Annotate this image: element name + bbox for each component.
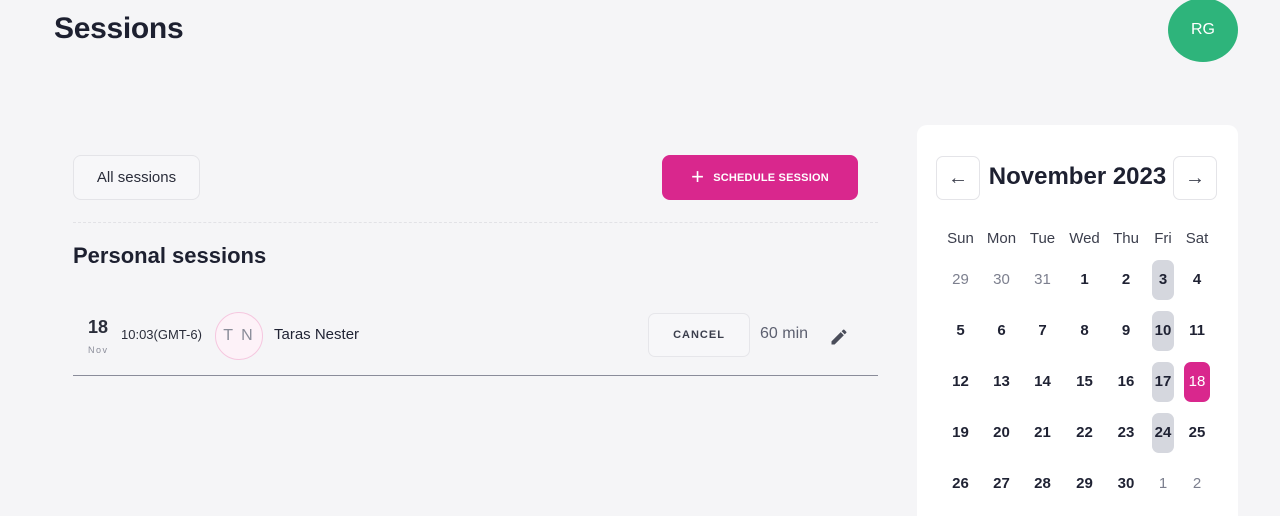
calendar-day[interactable]: 1 xyxy=(1063,254,1106,305)
calendar-day-label: 28 xyxy=(1034,475,1051,492)
calendar-day-label: 30 xyxy=(1117,475,1135,492)
session-date-day: 18 xyxy=(88,317,109,337)
calendar-day-label: 5 xyxy=(956,322,965,339)
calendar-day-label: 26 xyxy=(952,475,969,492)
calendar-day-label: 25 xyxy=(1188,424,1206,441)
calendar-day[interactable]: 26 xyxy=(940,458,981,509)
calendar-day[interactable]: 29 xyxy=(1063,458,1106,509)
calendar-day[interactable]: 28 xyxy=(1022,458,1063,509)
calendar-day-label: 31 xyxy=(1034,271,1051,288)
weekday-label: Sun xyxy=(947,230,974,247)
calendar-day-label: 15 xyxy=(1076,373,1093,390)
edit-icon[interactable] xyxy=(829,327,849,347)
user-avatar[interactable]: RG xyxy=(1168,0,1238,62)
all-sessions-filter[interactable]: All sessions xyxy=(73,155,200,200)
calendar-day[interactable]: 17 xyxy=(1146,356,1180,407)
calendar-day-label: 1 xyxy=(1158,475,1168,492)
calendar-day[interactable]: 14 xyxy=(1022,356,1063,407)
attendee-avatar: T N xyxy=(215,312,263,360)
calendar-day-label: 1 xyxy=(1080,271,1089,288)
calendar-day[interactable]: 22 xyxy=(1063,407,1106,458)
calendar-day-label: 3 xyxy=(1152,259,1174,300)
calendar-day-label: 13 xyxy=(993,373,1010,390)
calendar-grid: Sun Mon Tue Wed Thu Fri Sat 29 30 31 1 2 3 4 5 6 7 8 9 10 11… xyxy=(940,230,1214,509)
schedule-session-button[interactable]: + SCHEDULE SESSION xyxy=(662,155,858,200)
calendar-day[interactable]: 13 xyxy=(981,356,1022,407)
weekday-label: Wed xyxy=(1069,230,1100,247)
calendar-day[interactable]: 6 xyxy=(981,305,1022,356)
sessions-page: Sessions RG All sessions + SCHEDULE SESS… xyxy=(0,0,1280,516)
calendar-day-label: 27 xyxy=(993,475,1010,492)
calendar-day[interactable]: 10 xyxy=(1146,305,1180,356)
page-title: Sessions xyxy=(54,12,184,45)
calendar-day[interactable]: 9 xyxy=(1106,305,1146,356)
calendar-day-label: 12 xyxy=(952,373,969,390)
calendar-day-label: 24 xyxy=(1152,412,1174,453)
calendar-day-label: 17 xyxy=(1152,361,1174,402)
section-heading: Personal sessions xyxy=(73,243,267,268)
calendar-day-label: 2 xyxy=(1192,475,1202,492)
calendar-day-label: 4 xyxy=(1192,271,1202,288)
calendar-day-label: 29 xyxy=(952,271,969,288)
calendar-day[interactable]: 7 xyxy=(1022,305,1063,356)
calendar-day-label: 21 xyxy=(1034,424,1051,441)
calendar-day[interactable]: 8 xyxy=(1063,305,1106,356)
next-month-button[interactable]: → xyxy=(1173,156,1217,200)
calendar-day-label: 2 xyxy=(1121,271,1131,288)
cancel-button[interactable]: CANCEL xyxy=(648,313,750,357)
calendar-day-label: 29 xyxy=(1076,475,1093,492)
weekday-label: Sat xyxy=(1185,230,1209,247)
calendar-day[interactable]: 24 xyxy=(1146,407,1180,458)
calendar-day[interactable]: 4 xyxy=(1180,254,1214,305)
calendar-day-label: 22 xyxy=(1076,424,1093,441)
calendar-day[interactable]: 19 xyxy=(940,407,981,458)
calendar-day-label: 7 xyxy=(1038,322,1047,339)
calendar-day[interactable]: 29 xyxy=(940,254,981,305)
calendar-day-selected[interactable]: 18 xyxy=(1180,356,1214,407)
calendar-day-label: 11 xyxy=(1189,322,1205,339)
calendar-day-label: 20 xyxy=(993,424,1010,441)
calendar-day[interactable]: 1 xyxy=(1146,458,1180,509)
weekday-label: Tue xyxy=(1029,230,1056,247)
calendar-day-label: 18 xyxy=(1184,361,1210,402)
calendar-day[interactable]: 2 xyxy=(1106,254,1146,305)
calendar: ← November 2023 → Sun Mon Tue Wed Thu Fri Sat 2… xyxy=(917,125,1238,516)
calendar-day[interactable]: 3 xyxy=(1146,254,1180,305)
schedule-session-label: SCHEDULE SESSION xyxy=(713,171,829,184)
calendar-day-label: 30 xyxy=(993,271,1010,288)
calendar-day[interactable]: 30 xyxy=(981,254,1022,305)
session-date-month: Nov xyxy=(88,345,109,355)
calendar-day[interactable]: 27 xyxy=(981,458,1022,509)
calendar-day[interactable]: 11 xyxy=(1180,305,1214,356)
calendar-day[interactable]: 12 xyxy=(940,356,981,407)
arrow-right-icon: → xyxy=(1185,166,1205,189)
session-time: 10:03(GMT-6) xyxy=(121,327,202,342)
calendar-day-label: 8 xyxy=(1080,322,1089,339)
session-duration: 60 min xyxy=(760,325,809,342)
weekday-label: Mon xyxy=(986,230,1017,247)
calendar-day[interactable]: 30 xyxy=(1106,458,1146,509)
calendar-day[interactable]: 20 xyxy=(981,407,1022,458)
calendar-day-label: 19 xyxy=(952,424,969,441)
calendar-day-label: 23 xyxy=(1117,424,1135,441)
calendar-day-label: 6 xyxy=(997,322,1006,339)
plus-icon: + xyxy=(691,163,705,189)
calendar-day[interactable]: 25 xyxy=(1180,407,1214,458)
calendar-day-label: 16 xyxy=(1117,373,1135,390)
calendar-day[interactable]: 15 xyxy=(1063,356,1106,407)
weekday-label: Fri xyxy=(1154,230,1172,247)
calendar-day-label: 9 xyxy=(1121,322,1131,339)
session-row: 18 Nov 10:03(GMT-6) T N Taras Nester CAN… xyxy=(73,310,878,376)
calendar-day-label: 14 xyxy=(1034,373,1051,390)
calendar-day[interactable]: 16 xyxy=(1106,356,1146,407)
calendar-day[interactable]: 5 xyxy=(940,305,981,356)
attendee-name: Taras Nester xyxy=(274,326,360,343)
calendar-day[interactable]: 31 xyxy=(1022,254,1063,305)
section-divider xyxy=(73,222,878,223)
weekday-label: Thu xyxy=(1113,230,1139,247)
calendar-day[interactable]: 23 xyxy=(1106,407,1146,458)
calendar-day[interactable]: 21 xyxy=(1022,407,1063,458)
calendar-day[interactable]: 2 xyxy=(1180,458,1214,509)
calendar-day-label: 10 xyxy=(1152,310,1174,351)
